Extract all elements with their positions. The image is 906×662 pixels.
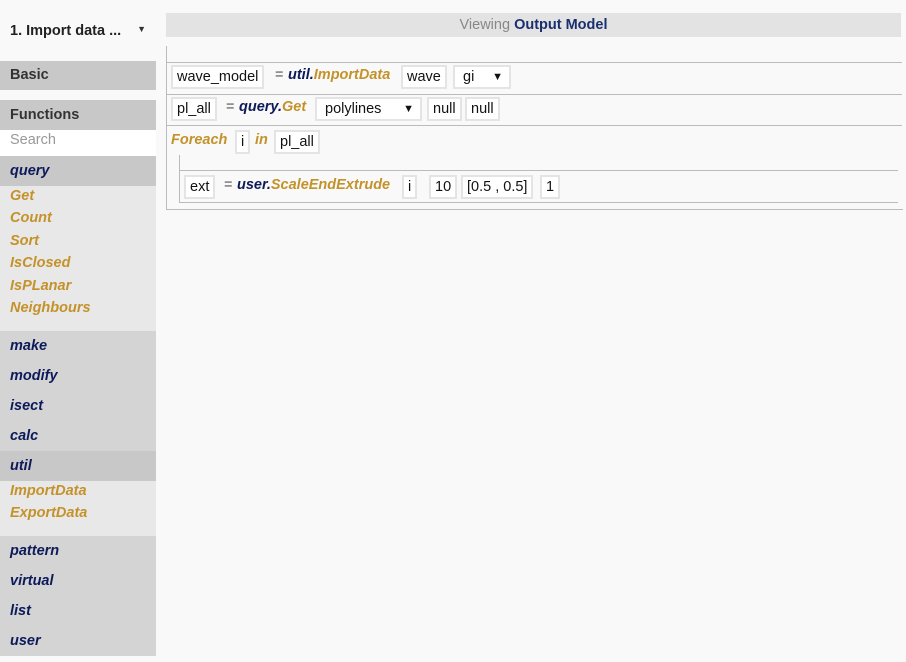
argument-select[interactable]: polylines ▼: [315, 97, 422, 121]
dropdown-arrow-icon: ▼: [403, 103, 414, 115]
category-query-label: query: [10, 163, 50, 179]
basic-header[interactable]: Basic: [0, 61, 156, 90]
module-name: query.: [239, 99, 282, 115]
loop-body-border: [179, 155, 180, 203]
function-count[interactable]: Count: [10, 210, 52, 226]
line-separator: [179, 170, 898, 171]
function-call: user.ScaleEndExtrude: [237, 177, 390, 193]
module-name: util.: [288, 67, 314, 83]
function-name: Get: [281, 99, 307, 115]
variable-input[interactable]: wave_model: [171, 65, 265, 89]
function-name: ScaleEndExtrude: [270, 177, 391, 193]
function-call: util.ImportData: [288, 67, 390, 83]
category-list[interactable]: list: [0, 601, 156, 621]
viewing-target[interactable]: Output Model: [514, 17, 607, 33]
flow-selector[interactable]: 1. Import data ... ▼: [10, 23, 150, 41]
assign-operator: =: [224, 177, 233, 193]
function-exportdata[interactable]: ExportData: [10, 505, 87, 521]
util-function-list: ImportData ExportData: [0, 481, 156, 536]
category-user[interactable]: user: [0, 631, 156, 651]
functions-label: Functions: [10, 107, 80, 123]
argument-input[interactable]: 10: [429, 175, 458, 199]
category-query[interactable]: query: [0, 156, 156, 186]
argument-input[interactable]: i: [402, 175, 418, 199]
category-calc[interactable]: calc: [0, 426, 156, 446]
category-modify[interactable]: modify: [0, 366, 156, 386]
category-isect[interactable]: isect: [0, 396, 156, 416]
category-make[interactable]: make: [0, 336, 156, 356]
function-neighbours[interactable]: Neighbours: [10, 300, 91, 316]
flow-selector-label: 1. Import data ...: [10, 23, 122, 39]
argument-select[interactable]: gi ▼: [453, 65, 511, 89]
search-placeholder: Search: [10, 132, 56, 148]
function-search-input[interactable]: Search: [0, 130, 156, 156]
dropdown-arrow-icon: ▼: [492, 71, 503, 83]
function-isclosed[interactable]: IsClosed: [10, 255, 70, 271]
category-pattern[interactable]: pattern: [0, 541, 156, 561]
variable-input[interactable]: ext: [184, 175, 216, 199]
function-get[interactable]: Get: [10, 188, 34, 204]
function-call: query.Get: [239, 99, 306, 115]
category-util[interactable]: util: [0, 451, 156, 481]
sidebar: 1. Import data ... ▼ Basic Functions Sea…: [0, 0, 156, 662]
variable-input[interactable]: pl_all: [171, 97, 217, 121]
line-separator: [167, 94, 902, 95]
loop-list-input[interactable]: pl_all: [274, 130, 320, 154]
viewing-bar: Viewing Output Model: [166, 13, 901, 37]
function-name: ImportData: [313, 67, 391, 83]
argument-input[interactable]: null: [427, 97, 462, 121]
line-separator: [167, 125, 902, 126]
functions-header[interactable]: Functions: [0, 100, 156, 130]
argument-input[interactable]: 1: [540, 175, 561, 199]
query-function-list: Get Count Sort IsClosed IsPLanar Neighbo…: [0, 186, 156, 331]
assign-operator: =: [275, 67, 284, 83]
category-util-label: util: [10, 458, 32, 474]
caret-down-icon: ▼: [137, 24, 146, 34]
argument-select-value: polylines: [325, 101, 382, 117]
argument-input[interactable]: null: [465, 97, 500, 121]
line-separator: [179, 202, 898, 203]
argument-input[interactable]: wave: [401, 65, 447, 89]
viewing-prefix: Viewing: [459, 17, 511, 33]
in-keyword: in: [255, 132, 268, 148]
category-virtual[interactable]: virtual: [0, 571, 156, 591]
argument-input[interactable]: [0.5 , 0.5]: [461, 175, 534, 199]
module-name: user.: [237, 177, 271, 193]
function-isplanar[interactable]: IsPLanar: [10, 278, 71, 294]
procedure-panel: wave_model = util.ImportData wave gi ▼ p…: [166, 46, 903, 210]
loop-item-input[interactable]: i: [235, 130, 251, 154]
function-sort[interactable]: Sort: [10, 233, 39, 249]
basic-label: Basic: [10, 67, 49, 83]
foreach-keyword: Foreach: [171, 132, 228, 148]
assign-operator: =: [226, 99, 235, 115]
function-importdata[interactable]: ImportData: [10, 483, 87, 499]
line-separator: [167, 62, 902, 63]
argument-select-value: gi: [463, 69, 475, 85]
